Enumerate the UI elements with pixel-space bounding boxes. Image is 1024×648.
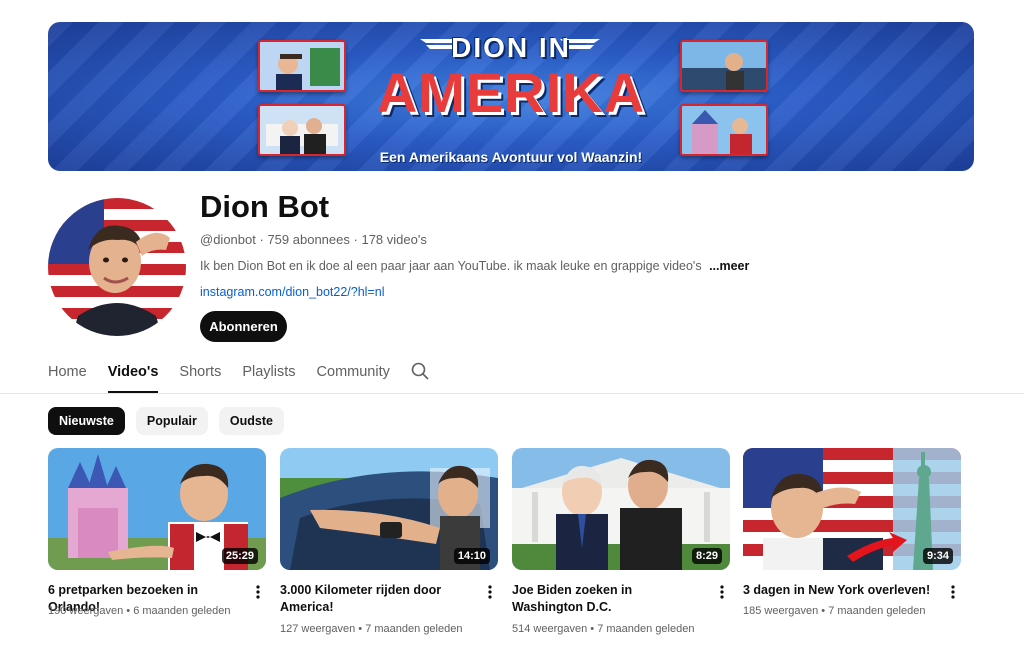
channel-description[interactable]: Ik ben Dion Bot en ik doe al een paar ja… — [200, 259, 749, 273]
meta-separator: · — [353, 232, 358, 247]
meta-separator: • — [821, 605, 826, 617]
tab-playlists[interactable]: Playlists — [242, 360, 295, 393]
view-count: 514 weergaven — [512, 623, 588, 635]
video-meta: 514 weergaven • 7 maanden geleden — [512, 623, 730, 635]
chip-oldest[interactable]: Oudste — [218, 407, 284, 435]
banner-title-line2: AMERIKA — [376, 61, 646, 124]
meta-separator: • — [358, 623, 363, 635]
chip-popular[interactable]: Populair — [135, 407, 208, 435]
video-card[interactable]: 9:34 3 dagen in New York overleven! 185 … — [743, 448, 961, 617]
meta-separator: • — [590, 623, 595, 635]
video-card[interactable]: 8:29 Joe Biden zoeken in Washington D.C.… — [512, 448, 730, 635]
channel-meta: @dionbot · 759 abonnees · 178 video's — [200, 232, 427, 247]
channel-banner: DION IN AMERIKA Een Amerikaans Avontuur … — [48, 22, 974, 171]
more-vert-icon[interactable] — [716, 584, 728, 600]
video-meta: 127 weergaven • 7 maanden geleden — [280, 623, 498, 635]
tab-shorts[interactable]: Shorts — [179, 360, 221, 393]
video-title[interactable]: 3.000 Kilometer rijden door America! — [280, 582, 470, 616]
chip-newest[interactable]: Nieuwste — [48, 407, 125, 435]
description-text: Ik ben Dion Bot en ik doe al een paar ja… — [200, 259, 702, 273]
video-duration: 8:29 — [691, 548, 722, 564]
tab-divider — [0, 393, 1024, 394]
subscriber-count: 759 abonnees — [267, 232, 350, 247]
subscribe-button[interactable]: Abonneren — [200, 311, 287, 342]
view-count: 185 weergaven — [743, 605, 819, 617]
channel-external-link[interactable]: instagram.com/dion_bot22/?hl=nl — [200, 285, 385, 299]
search-icon[interactable] — [410, 361, 430, 381]
video-title[interactable]: Joe Biden zoeken in Washington D.C. — [512, 582, 702, 616]
banner-tagline: Een Amerikaans Avontuur vol Waanzin! — [379, 149, 643, 165]
view-count: 127 weergaven — [280, 623, 356, 635]
view-count: 190 weergaven — [48, 605, 124, 617]
more-vert-icon[interactable] — [484, 584, 496, 600]
video-duration: 14:10 — [453, 548, 490, 564]
channel-name: Dion Bot — [200, 189, 330, 224]
video-meta: 190 weergaven • 6 maanden geleden — [48, 605, 266, 617]
tab-home[interactable]: Home — [48, 360, 87, 393]
video-thumbnail[interactable]: 9:34 — [743, 448, 961, 570]
video-card[interactable]: 14:10 3.000 Kilometer rijden door Americ… — [280, 448, 498, 635]
meta-separator: • — [126, 605, 131, 617]
meta-separator: · — [259, 232, 264, 247]
video-thumbnail[interactable]: 25:29 — [48, 448, 266, 570]
sort-chips: Nieuwste Populair Oudste — [48, 407, 284, 435]
video-duration: 9:34 — [922, 548, 953, 564]
video-duration: 25:29 — [221, 548, 258, 564]
video-card[interactable]: 25:29 6 pretparken bezoeken in Orlando! … — [48, 448, 266, 617]
video-title[interactable]: 3 dagen in New York overleven! — [743, 582, 933, 599]
video-thumbnail[interactable]: 8:29 — [512, 448, 730, 570]
channel-handle: @dionbot — [200, 232, 256, 247]
upload-age: 7 maanden geleden — [597, 623, 695, 635]
tab-community[interactable]: Community — [317, 360, 390, 393]
description-more-link[interactable]: ...meer — [709, 259, 749, 273]
upload-age: 6 maanden geleden — [133, 605, 231, 617]
more-vert-icon[interactable] — [252, 584, 264, 600]
video-count: 178 video's — [361, 232, 427, 247]
video-thumbnail[interactable]: 14:10 — [280, 448, 498, 570]
video-meta: 185 weergaven • 7 maanden geleden — [743, 605, 961, 617]
channel-tabs: Home Video's Shorts Playlists Community — [48, 360, 411, 393]
upload-age: 7 maanden geleden — [365, 623, 463, 635]
channel-avatar[interactable] — [48, 198, 186, 336]
tab-videos[interactable]: Video's — [107, 360, 158, 393]
upload-age: 7 maanden geleden — [828, 605, 926, 617]
more-vert-icon[interactable] — [947, 584, 959, 600]
